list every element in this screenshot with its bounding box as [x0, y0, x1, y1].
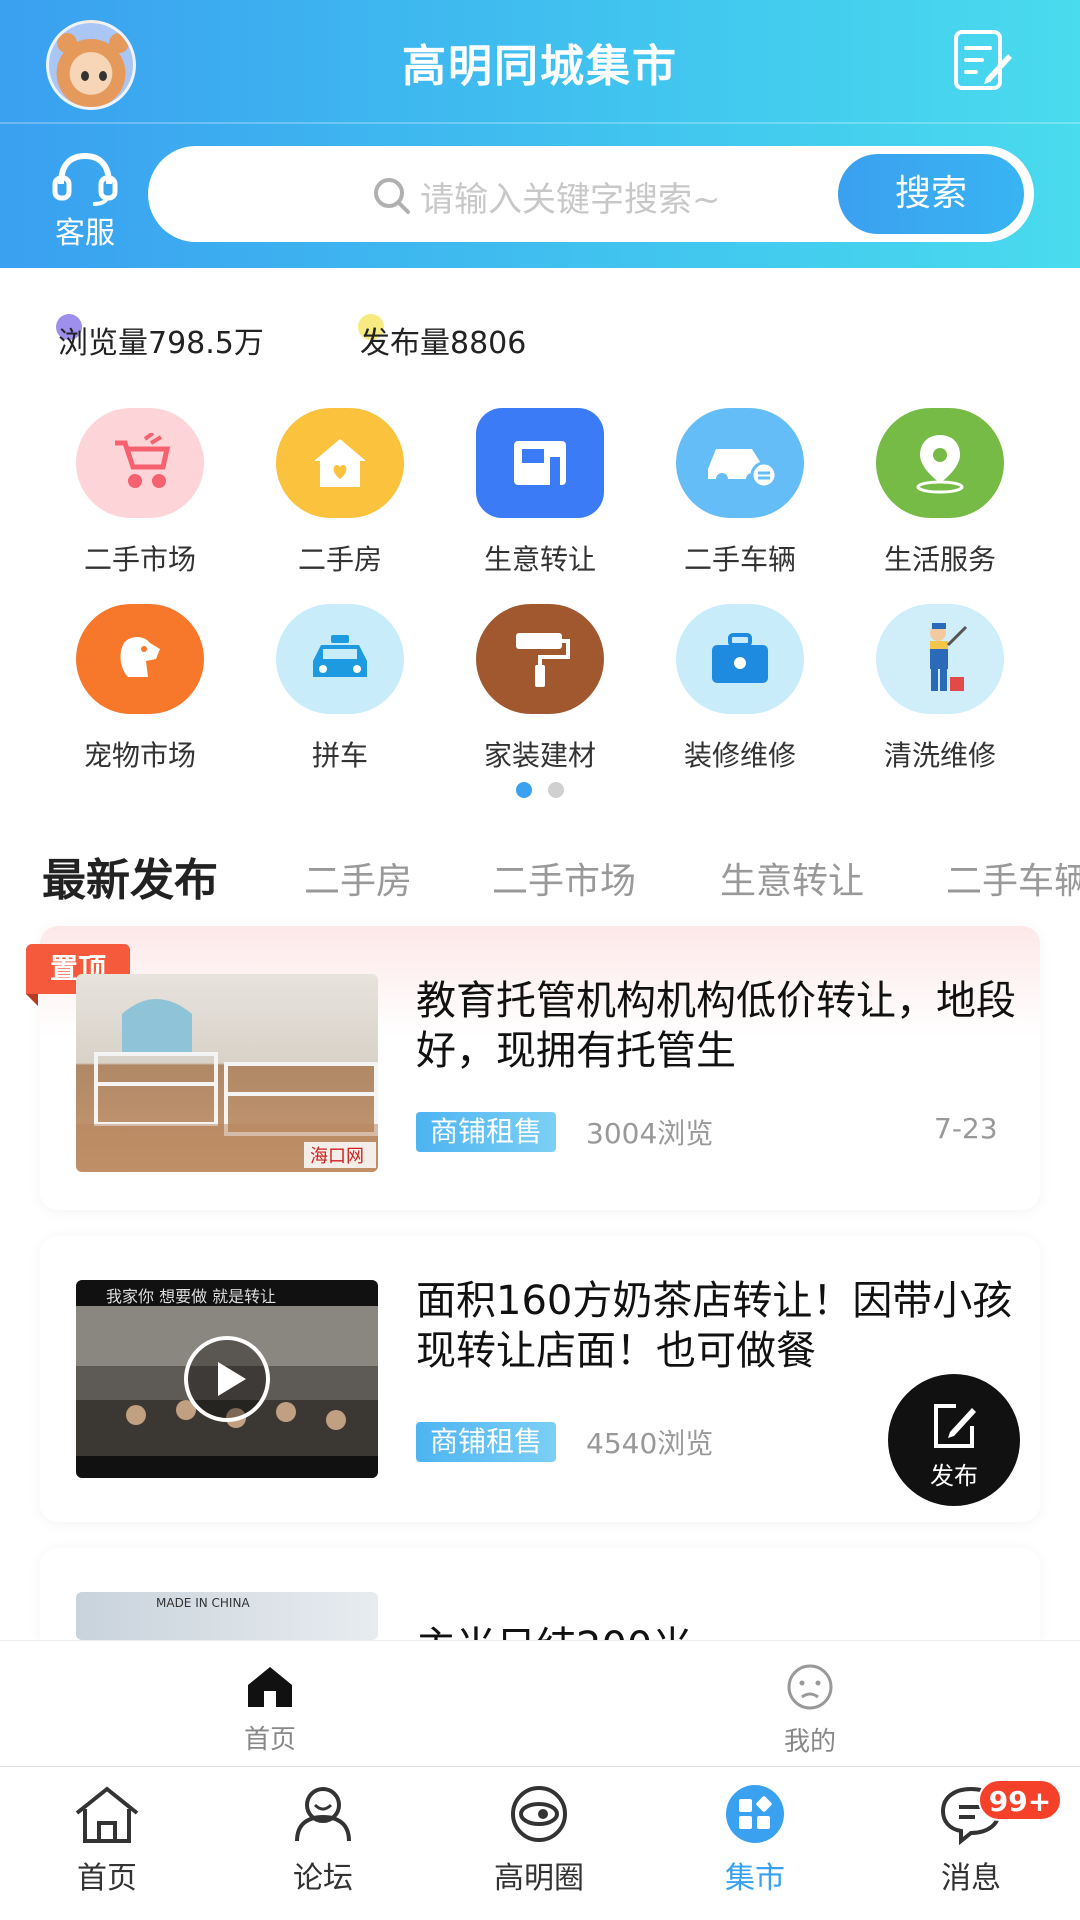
inner-tab-home[interactable]: 首页 [190, 1663, 350, 1756]
listing-tag: 商铺租售 [416, 1112, 557, 1152]
unread-badge: 99+ [978, 1779, 1062, 1821]
listing-views: 4540浏览 [586, 1427, 714, 1460]
tab-latest[interactable]: 最新发布 [42, 844, 218, 908]
views-stat: 浏览量798.5万 [56, 314, 264, 362]
paint-roller-icon [476, 604, 604, 714]
category-secondhand-market[interactable]: 二手市场 [40, 408, 240, 578]
planet-icon [511, 1786, 567, 1842]
category-pager [516, 782, 580, 802]
category-home-building-materials[interactable]: 家装建材 [440, 604, 640, 774]
customer-service-label: 客服 [55, 216, 115, 251]
category-used-cars[interactable]: 二手车辆 [640, 408, 840, 578]
posts-stat: 发布量8806 [358, 314, 526, 362]
listing-title[interactable]: 主当日结200米 [416, 1622, 1016, 1640]
home-icon [75, 1786, 139, 1843]
cleaner-icon [876, 604, 1004, 714]
market-grid-icon [726, 1785, 784, 1843]
bottom-navigation: 首页 论坛 高明圈 集市 消息 99+ [0, 1766, 1080, 1920]
listing-title[interactable]: 面积160方奶茶店转让！因带小孩现转让店面！也可做餐 [416, 1276, 1016, 1376]
search-input[interactable]: 请输入关键字搜索~ [420, 172, 721, 221]
title-bar: 高明同城集市 [0, 0, 1080, 124]
header: 高明同城集市 客服 请输入关键字搜索~ 搜索 [0, 0, 1080, 268]
listing-date: 7-23 [934, 1112, 998, 1145]
tab-used-cars[interactable]: 二手车辆 [946, 852, 1080, 904]
category-pet-market[interactable]: 宠物市场 [40, 604, 240, 774]
listing-tag: 商铺租售 [416, 1422, 557, 1462]
search-button[interactable]: 搜索 [838, 154, 1024, 234]
listing-title[interactable]: 教育托管机构机构低价转让，地段好，现拥有托管生 [416, 976, 1016, 1076]
listing-thumbnail[interactable]: 海口网 [76, 974, 378, 1172]
pager-dot [548, 782, 564, 798]
publish-button[interactable]: 发布 [888, 1374, 1020, 1506]
stroller-icon [76, 408, 204, 518]
inner-tab-mine[interactable]: 我的 [730, 1663, 890, 1758]
pager-dot-active [516, 782, 532, 798]
nav-messages[interactable]: 消息 99+ [896, 1779, 1062, 1897]
category-cleaning-repair[interactable]: 清洗维修 [840, 604, 1040, 774]
compose-icon [934, 1404, 976, 1448]
house-icon [276, 408, 404, 518]
nav-forum[interactable]: 论坛 [248, 1783, 398, 1897]
thumbnail-watermark: 海口网 [310, 1146, 364, 1167]
category-business-transfer[interactable]: 生意转让 [440, 408, 640, 578]
tab-business-transfer[interactable]: 生意转让 [720, 852, 864, 904]
dog-icon [76, 604, 204, 714]
home-filled-icon [248, 1667, 292, 1707]
forum-icon [295, 1787, 351, 1842]
listing-video-thumbnail[interactable]: 我家你 想要做 就是转让 [76, 1280, 378, 1478]
customer-service-button[interactable]: 客服 [40, 150, 130, 251]
listing-card[interactable]: MADE IN CHINA 主当日结200米 [40, 1548, 1040, 1640]
thumbnail-caption: MADE IN CHINA [156, 1596, 250, 1610]
listing-card[interactable]: 置顶 海口网 教育托管机构机构低价转让，地段好，现拥有托管生 商铺租售 3004… [26, 926, 1040, 1210]
toolbox-icon [676, 604, 804, 714]
face-icon [787, 1664, 833, 1710]
tab-secondhand-house[interactable]: 二手房 [304, 852, 412, 904]
inner-tab-bar: 首页 我的 [0, 1640, 1080, 1766]
video-caption: 我家你 想要做 就是转让 [106, 1287, 276, 1306]
play-icon[interactable] [184, 1336, 270, 1422]
location-pin-icon [876, 408, 1004, 518]
search-icon [374, 178, 410, 214]
listing-thumbnail[interactable]: MADE IN CHINA [76, 1592, 378, 1640]
tab-secondhand-market[interactable]: 二手市场 [492, 852, 636, 904]
nav-market[interactable]: 集市 [680, 1783, 830, 1897]
listing-tabs: 最新发布 二手房 二手市场 生意转让 二手车辆 [42, 840, 1080, 910]
category-renovation-repair[interactable]: 装修维修 [640, 604, 840, 774]
edit-note-icon[interactable] [950, 28, 1014, 92]
category-carpool[interactable]: 拼车 [240, 604, 440, 774]
app-title: 高明同城集市 [402, 41, 678, 92]
car-icon [676, 408, 804, 518]
headset-icon [52, 152, 118, 206]
category-secondhand-house[interactable]: 二手房 [240, 408, 440, 578]
shop-icon [476, 408, 604, 518]
taxi-icon [276, 604, 404, 714]
listing-views: 3004浏览 [586, 1117, 714, 1150]
publish-label: 发布 [930, 1462, 978, 1490]
search-bar[interactable]: 请输入关键字搜索~ 搜索 [148, 146, 1034, 242]
nav-home[interactable]: 首页 [32, 1783, 182, 1897]
category-life-services[interactable]: 生活服务 [840, 408, 1040, 578]
nav-gaoming-circle[interactable]: 高明圈 [464, 1783, 614, 1897]
